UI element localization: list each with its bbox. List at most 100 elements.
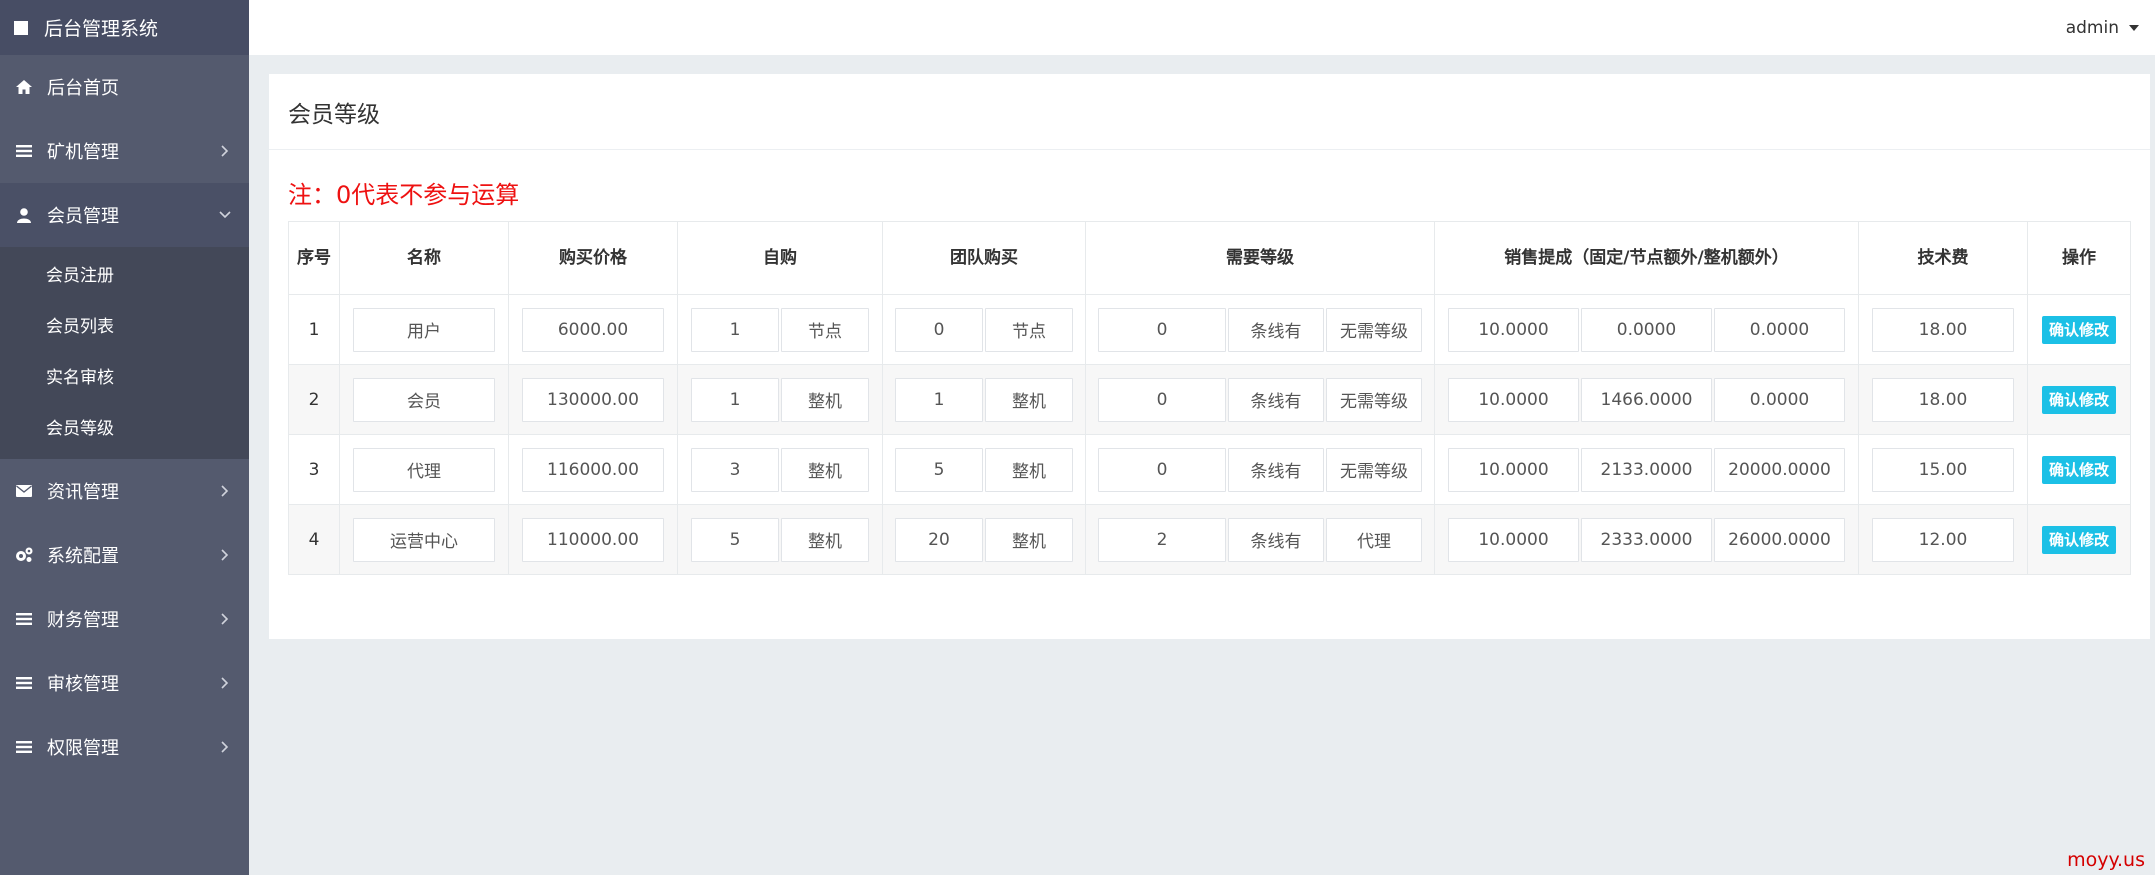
- confirm-edit-button[interactable]: 确认修改: [2041, 385, 2116, 414]
- self-qty-input[interactable]: 1: [691, 307, 779, 352]
- col-header-self-purchase: 自购: [677, 221, 883, 295]
- sale-fixed-input[interactable]: 10.0000: [1448, 517, 1579, 562]
- price-input[interactable]: 116000.00: [522, 447, 664, 492]
- need-count-input[interactable]: 0: [1098, 377, 1226, 422]
- team-qty-input[interactable]: 0: [895, 307, 983, 352]
- table-row: 2 会员 130000.00 1 整机 1 整机 0 条线有 无需等级 10.0000 1…: [288, 364, 2131, 435]
- col-header-tech-fee: 技术费: [1858, 221, 2028, 295]
- need-count-input[interactable]: 0: [1098, 307, 1226, 352]
- price-input[interactable]: 110000.00: [522, 517, 664, 562]
- sale-node-input[interactable]: 1466.0000: [1581, 377, 1712, 422]
- chevron-right-icon: [219, 613, 231, 625]
- sidebar-item-miner[interactable]: 矿机管理: [0, 119, 249, 183]
- sale-node-input[interactable]: 0.0000: [1581, 307, 1712, 352]
- sidebar-subitem-levels[interactable]: 会员等级: [0, 404, 249, 455]
- list-icon: [15, 674, 33, 692]
- sale-machine-input[interactable]: 20000.0000: [1714, 447, 1845, 492]
- watermark: moyy.us: [2067, 849, 2145, 871]
- chevron-right-icon: [219, 485, 231, 497]
- self-qty-input[interactable]: 5: [691, 517, 779, 562]
- table-row: 1 用户 6000.00 1 节点 0 节点 0 条线有 无需等级 10.0000 0.0…: [288, 294, 2131, 365]
- need-line-label: 条线有: [1228, 447, 1324, 492]
- sale-node-input[interactable]: 2333.0000: [1581, 517, 1712, 562]
- chevron-right-icon: [219, 677, 231, 689]
- sidebar-item-config[interactable]: 系统配置: [0, 523, 249, 587]
- username: admin: [2065, 17, 2119, 38]
- self-unit-select[interactable]: 整机: [781, 377, 869, 422]
- tech-fee-input[interactable]: 18.00: [1872, 307, 2014, 352]
- team-qty-input[interactable]: 5: [895, 447, 983, 492]
- confirm-edit-button[interactable]: 确认修改: [2041, 455, 2116, 484]
- name-input[interactable]: 用户: [353, 307, 495, 352]
- sidebar-item-home[interactable]: 后台首页: [0, 55, 249, 119]
- need-level-select[interactable]: 无需等级: [1326, 447, 1422, 492]
- tech-fee-input[interactable]: 18.00: [1872, 377, 2014, 422]
- col-header-required-level: 需要等级: [1085, 221, 1435, 295]
- team-unit-select[interactable]: 节点: [985, 307, 1073, 352]
- row-index: 1: [288, 294, 340, 365]
- sale-machine-input[interactable]: 0.0000: [1714, 307, 1845, 352]
- need-level-select[interactable]: 无需等级: [1326, 377, 1422, 422]
- sidebar-item-review[interactable]: 审核管理: [0, 651, 249, 715]
- sidebar-item-label: 财务管理: [47, 610, 119, 631]
- self-unit-select[interactable]: 节点: [781, 307, 869, 352]
- col-header-action: 操作: [2027, 221, 2131, 295]
- sidebar-item-label: 审核管理: [47, 674, 119, 695]
- self-unit-select[interactable]: 整机: [781, 447, 869, 492]
- confirm-edit-button[interactable]: 确认修改: [2041, 525, 2116, 554]
- sale-node-input[interactable]: 2133.0000: [1581, 447, 1712, 492]
- need-line-label: 条线有: [1228, 517, 1324, 562]
- team-unit-select[interactable]: 整机: [985, 377, 1073, 422]
- team-unit-select[interactable]: 整机: [985, 447, 1073, 492]
- sidebar-item-finance[interactable]: 财务管理: [0, 587, 249, 651]
- page-title: 会员等级: [269, 74, 2150, 150]
- sidebar-subitem-list[interactable]: 会员列表: [0, 302, 249, 353]
- tech-fee-input[interactable]: 15.00: [1872, 447, 2014, 492]
- col-header-index: 序号: [288, 221, 340, 295]
- brand-logo-icon: [14, 20, 28, 35]
- need-line-label: 条线有: [1228, 307, 1324, 352]
- row-index: 3: [288, 434, 340, 505]
- user-menu[interactable]: admin: [2066, 18, 2139, 38]
- sale-fixed-input[interactable]: 10.0000: [1448, 307, 1579, 352]
- col-header-price: 购买价格: [508, 221, 678, 295]
- team-qty-input[interactable]: 20: [895, 517, 983, 562]
- sale-machine-input[interactable]: 0.0000: [1714, 377, 1845, 422]
- caret-down-icon: [2129, 24, 2139, 31]
- confirm-edit-button[interactable]: 确认修改: [2041, 315, 2116, 344]
- name-input[interactable]: 会员: [353, 377, 495, 422]
- chevron-right-icon: [219, 741, 231, 753]
- sale-fixed-input[interactable]: 10.0000: [1448, 377, 1579, 422]
- sidebar-item-label: 资讯管理: [47, 482, 119, 503]
- need-count-input[interactable]: 0: [1098, 447, 1226, 492]
- app-title: 后台管理系统: [44, 18, 159, 40]
- need-level-select[interactable]: 代理: [1326, 517, 1422, 562]
- sidebar-item-permissions[interactable]: 权限管理: [0, 715, 249, 779]
- list-icon: [15, 738, 33, 756]
- self-qty-input[interactable]: 1: [691, 377, 779, 422]
- self-unit-select[interactable]: 整机: [781, 517, 869, 562]
- need-count-input[interactable]: 2: [1098, 517, 1226, 562]
- col-header-name: 名称: [339, 221, 509, 295]
- name-input[interactable]: 运营中心: [353, 517, 495, 562]
- sale-fixed-input[interactable]: 10.0000: [1448, 447, 1579, 492]
- sidebar-item-members[interactable]: 会员管理: [0, 183, 249, 247]
- name-input[interactable]: 代理: [353, 447, 495, 492]
- chevron-down-icon: [219, 209, 231, 221]
- home-icon: [15, 78, 33, 96]
- self-qty-input[interactable]: 3: [691, 447, 779, 492]
- chevron-right-icon: [219, 145, 231, 157]
- price-input[interactable]: 130000.00: [522, 377, 664, 422]
- sidebar-item-news[interactable]: 资讯管理: [0, 459, 249, 523]
- need-level-select[interactable]: 无需等级: [1326, 307, 1422, 352]
- team-qty-input[interactable]: 1: [895, 377, 983, 422]
- sidebar-subitem-verify[interactable]: 实名审核: [0, 353, 249, 404]
- sidebar: 后台管理系统 后台首页 矿机管理 会员管理 会员注册 会员列表 实名审核 会员等…: [0, 0, 249, 875]
- price-input[interactable]: 6000.00: [522, 307, 664, 352]
- sale-machine-input[interactable]: 26000.0000: [1714, 517, 1845, 562]
- tech-fee-input[interactable]: 12.00: [1872, 517, 2014, 562]
- team-unit-select[interactable]: 整机: [985, 517, 1073, 562]
- envelope-icon: [15, 482, 33, 500]
- sidebar-item-label: 会员管理: [47, 206, 119, 227]
- sidebar-subitem-register[interactable]: 会员注册: [0, 251, 249, 302]
